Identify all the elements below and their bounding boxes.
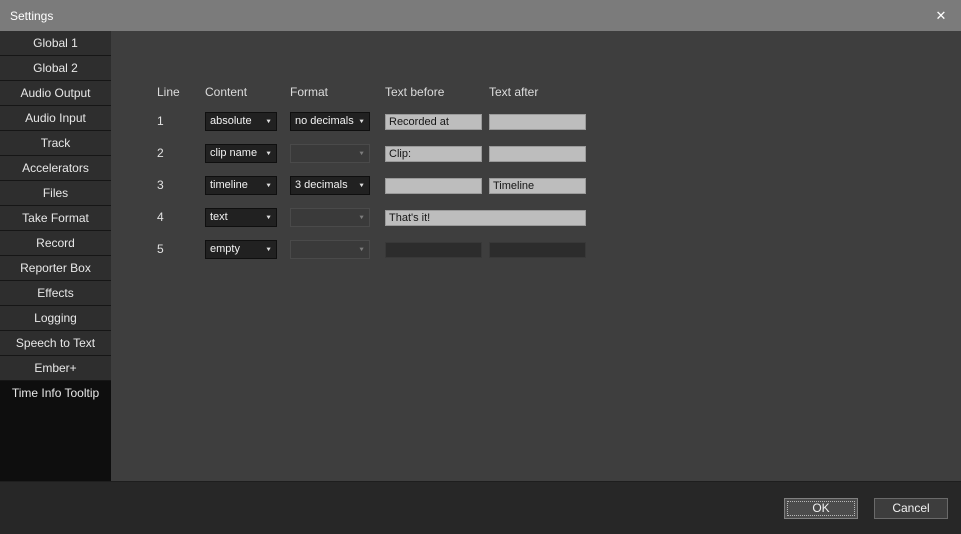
content-dropdown[interactable]: timeline ▼ xyxy=(205,176,277,195)
sidebar-item-audio-output[interactable]: Audio Output xyxy=(0,81,111,106)
sidebar: Global 1 Global 2 Audio Output Audio Inp… xyxy=(0,31,111,481)
main-panel: Line Content Format Text before Text aft… xyxy=(111,31,961,481)
text-wide-input[interactable] xyxy=(385,210,586,226)
content-dropdown-value: text xyxy=(210,211,265,223)
format-dropdown-value: no decimals xyxy=(295,115,358,127)
content-dropdown[interactable]: text ▼ xyxy=(205,208,277,227)
sidebar-item-time-info-tooltip[interactable]: Time Info Tooltip xyxy=(0,381,111,406)
content-dropdown-value: clip name xyxy=(210,147,265,159)
sidebar-item-logging[interactable]: Logging xyxy=(0,306,111,331)
text-before-input xyxy=(385,242,482,258)
tooltip-line-table: Line Content Format Text before Text aft… xyxy=(111,31,961,265)
sidebar-item-global-2[interactable]: Global 2 xyxy=(0,56,111,81)
line-number: 5 xyxy=(157,242,205,256)
format-dropdown[interactable]: no decimals ▼ xyxy=(290,112,370,131)
chevron-down-icon: ▼ xyxy=(358,246,365,252)
sidebar-item-effects[interactable]: Effects xyxy=(0,281,111,306)
ok-button[interactable]: OK xyxy=(784,498,858,519)
sidebar-item-files[interactable]: Files xyxy=(0,181,111,206)
line-number: 4 xyxy=(157,210,205,224)
table-row: 4 text ▼ ▼ xyxy=(157,201,961,233)
line-number: 2 xyxy=(157,146,205,160)
titlebar: Settings ✕ xyxy=(0,0,961,31)
chevron-down-icon: ▼ xyxy=(265,118,272,124)
chevron-down-icon: ▼ xyxy=(265,246,272,252)
content-dropdown[interactable]: clip name ▼ xyxy=(205,144,277,163)
chevron-down-icon: ▼ xyxy=(358,150,365,156)
window-title: Settings xyxy=(0,9,53,23)
line-number: 1 xyxy=(157,114,205,128)
table-row: 1 absolute ▼ no decimals ▼ xyxy=(157,105,961,137)
sidebar-item-take-format[interactable]: Take Format xyxy=(0,206,111,231)
chevron-down-icon: ▼ xyxy=(265,214,272,220)
sidebar-item-ember-plus[interactable]: Ember+ xyxy=(0,356,111,381)
text-before-input[interactable] xyxy=(385,114,482,130)
window-body: Global 1 Global 2 Audio Output Audio Inp… xyxy=(0,31,961,481)
chevron-down-icon: ▼ xyxy=(358,118,365,124)
table-row: 5 empty ▼ ▼ xyxy=(157,233,961,265)
close-icon[interactable]: ✕ xyxy=(921,0,961,31)
format-dropdown[interactable]: 3 decimals ▼ xyxy=(290,176,370,195)
sidebar-item-reporter-box[interactable]: Reporter Box xyxy=(0,256,111,281)
format-dropdown-value: 3 decimals xyxy=(295,179,358,191)
line-number: 3 xyxy=(157,178,205,192)
chevron-down-icon: ▼ xyxy=(265,182,272,188)
format-dropdown: ▼ xyxy=(290,240,370,259)
header-line: Line xyxy=(157,85,205,99)
cancel-button[interactable]: Cancel xyxy=(874,498,948,519)
sidebar-item-track[interactable]: Track xyxy=(0,131,111,156)
header-text-before: Text before xyxy=(385,85,489,99)
content-dropdown-value: timeline xyxy=(210,179,265,191)
text-after-input[interactable] xyxy=(489,146,586,162)
chevron-down-icon: ▼ xyxy=(358,214,365,220)
format-dropdown: ▼ xyxy=(290,144,370,163)
content-dropdown-value: empty xyxy=(210,243,265,255)
text-before-input[interactable] xyxy=(385,146,482,162)
content-dropdown[interactable]: absolute ▼ xyxy=(205,112,277,131)
text-after-input[interactable] xyxy=(489,114,586,130)
text-before-input[interactable] xyxy=(385,178,482,194)
footer-bar: OK Cancel xyxy=(0,481,961,534)
chevron-down-icon: ▼ xyxy=(265,150,272,156)
format-dropdown: ▼ xyxy=(290,208,370,227)
header-content: Content xyxy=(205,85,290,99)
settings-window: Settings ✕ Global 1 Global 2 Audio Outpu… xyxy=(0,0,961,534)
header-format: Format xyxy=(290,85,385,99)
text-after-input[interactable] xyxy=(489,178,586,194)
chevron-down-icon: ▼ xyxy=(358,182,365,188)
text-after-input xyxy=(489,242,586,258)
header-text-after: Text after xyxy=(489,85,586,99)
sidebar-item-record[interactable]: Record xyxy=(0,231,111,256)
table-row: 2 clip name ▼ ▼ xyxy=(157,137,961,169)
sidebar-item-accelerators[interactable]: Accelerators xyxy=(0,156,111,181)
content-dropdown-value: absolute xyxy=(210,115,265,127)
table-header-row: Line Content Format Text before Text aft… xyxy=(157,79,961,105)
sidebar-item-audio-input[interactable]: Audio Input xyxy=(0,106,111,131)
content-dropdown[interactable]: empty ▼ xyxy=(205,240,277,259)
sidebar-item-global-1[interactable]: Global 1 xyxy=(0,31,111,56)
sidebar-item-speech-to-text[interactable]: Speech to Text xyxy=(0,331,111,356)
table-row: 3 timeline ▼ 3 decimals ▼ xyxy=(157,169,961,201)
